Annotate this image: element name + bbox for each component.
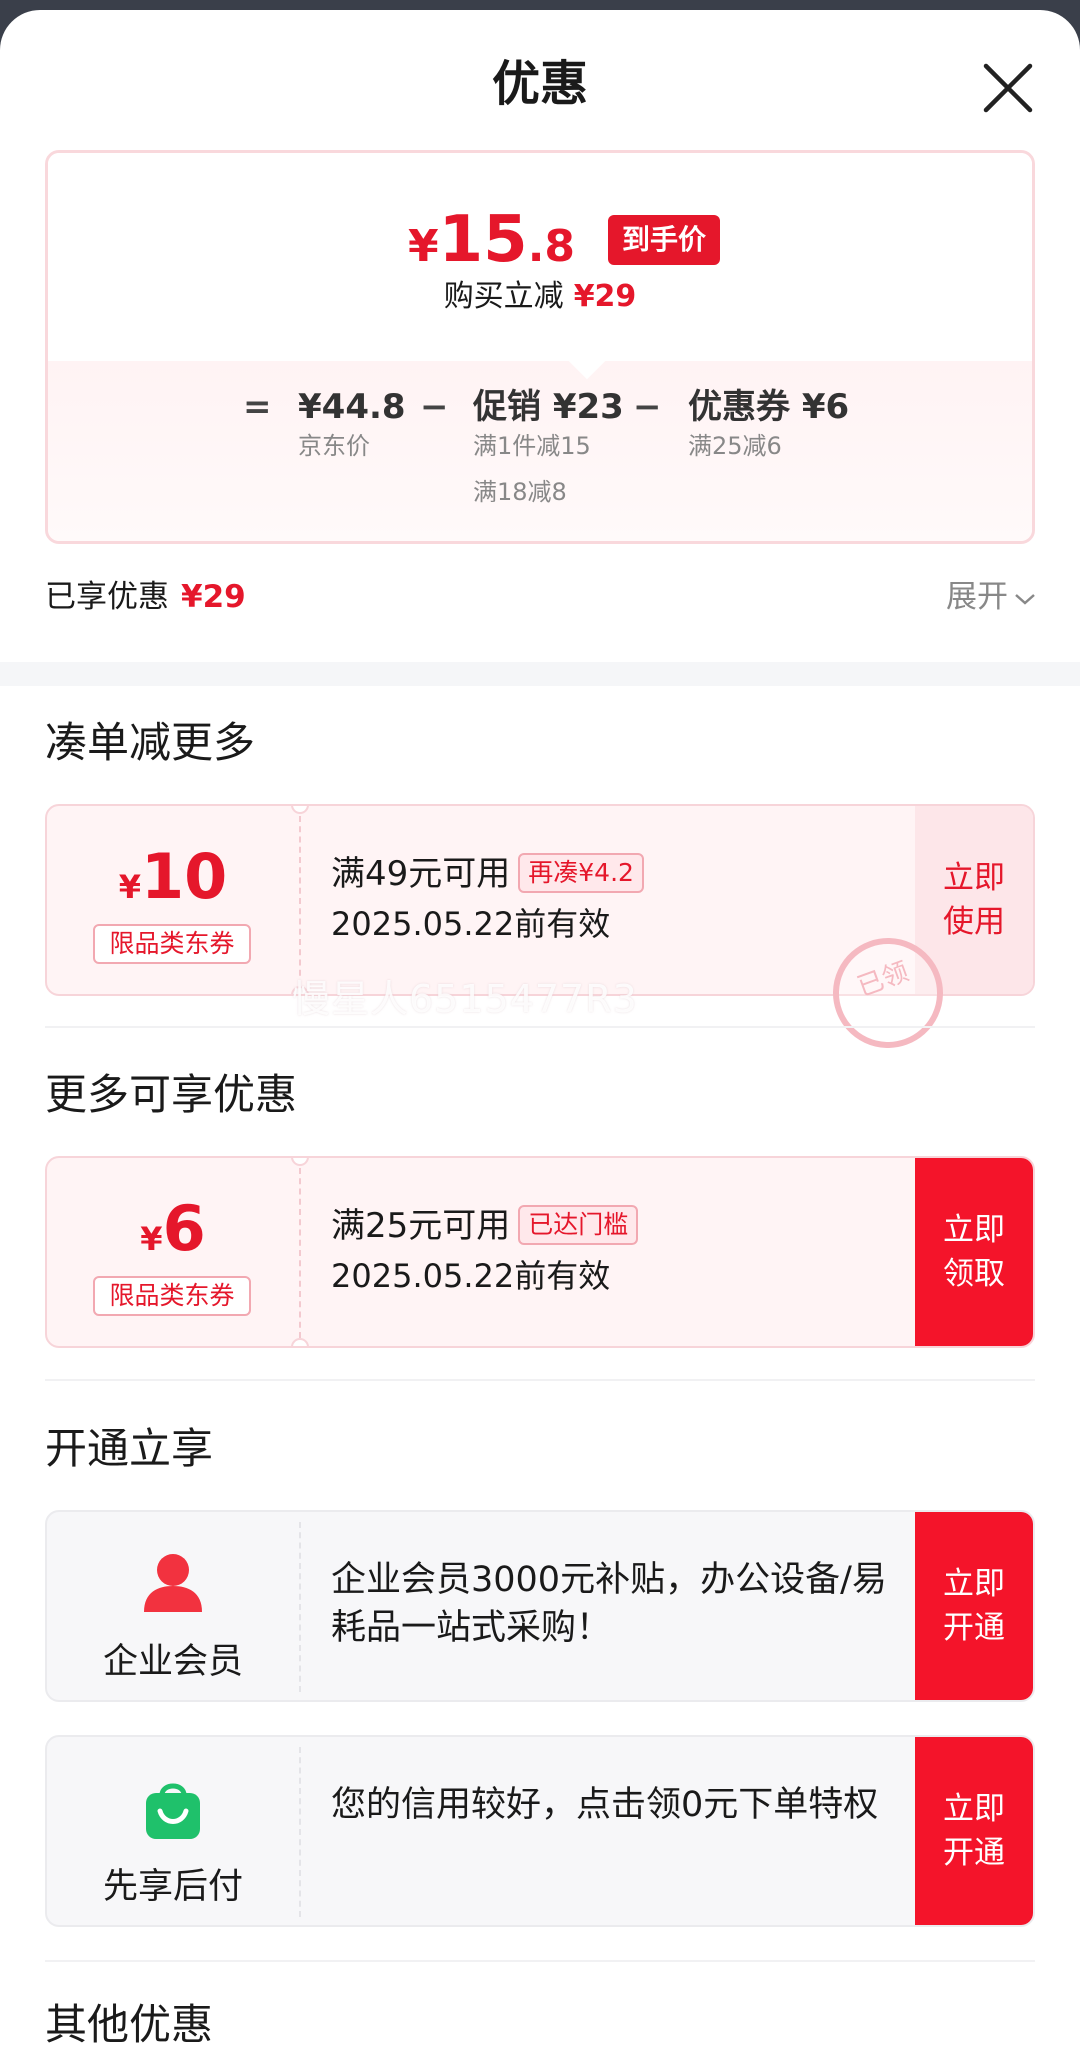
enterprise-member-card: 企业会员 企业会员3000元补贴，办公设备/易耗品一站式采购！ 立即 开通: [45, 1510, 1035, 1702]
open-pay-later-button[interactable]: 立即 开通: [915, 1737, 1033, 1925]
coupon-value: ¥10: [118, 840, 228, 913]
close-icon[interactable]: [980, 60, 1036, 116]
chevron-down-icon: [1015, 593, 1035, 605]
reduce-line: 购买立减 ¥29: [443, 279, 637, 314]
coupon-status-tag: 已达门槛: [518, 1204, 639, 1245]
promo-rule-1: 满1件减15: [473, 432, 591, 460]
member-name: 企业会员: [102, 1642, 243, 1682]
open-membership-button[interactable]: 立即 开通: [915, 1512, 1033, 1700]
final-price: ¥15.8: [408, 203, 576, 277]
pay-later-card: 先享后付 您的信用较好，点击领0元下单特权 立即 开通: [45, 1735, 1035, 1927]
formula-equals: =: [243, 387, 272, 427]
coupon-type: 限品类东券: [93, 1276, 251, 1316]
formula-minus-1: −: [420, 387, 449, 427]
coupon-condition: 满49元可用 再凑¥4.2: [331, 852, 644, 896]
user-watermark: 慢星人6515477R3: [292, 977, 638, 1021]
sheet-title: 优惠: [491, 56, 588, 112]
coupon-condition: 满25元可用 已达门槛: [331, 1204, 639, 1248]
promo-rule-2: 满18减8: [473, 478, 567, 506]
coupon-rule: 满25减6: [688, 432, 782, 460]
section-title-other: 其他优惠: [45, 2000, 214, 2049]
price-summary-card: ¥15.8 到手价 购买立减 ¥29 = ¥44.8 京东价 − 促销 ¥23 满…: [45, 150, 1035, 544]
expand-button[interactable]: 展开: [946, 577, 1036, 617]
coupon-card-more: ¥6 限品类东券 满25元可用 已达门槛 2025.05.22前有效 立即 领取: [45, 1156, 1035, 1348]
member-description: 企业会员3000元补贴，办公设备/易耗品一站式采购！: [331, 1560, 887, 1648]
coupon-amount: 优惠券 ¥6: [688, 387, 850, 427]
discount-sheet: 优惠 ¥15.8 到手价 购买立减 ¥29 = ¥44.8 京东价 − 促销 ¥2…: [0, 10, 1080, 2051]
coupon-expiry: 2025.05.22前有效: [331, 1257, 611, 1295]
section-title-open: 开通立享: [45, 1424, 214, 1473]
coupon-type: 限品类东券: [93, 924, 251, 964]
claim-coupon-button[interactable]: 立即 领取: [915, 1158, 1033, 1346]
coupon-value: ¥6: [140, 1192, 206, 1265]
promo-amount: 促销 ¥23: [473, 387, 624, 427]
enjoyed-discount: 已享优惠 ¥29: [45, 579, 246, 615]
final-price-tag: 到手价: [608, 215, 721, 265]
jd-price: ¥44.8: [298, 387, 406, 427]
coupon-status-tag: 再凑¥4.2: [518, 852, 644, 893]
pay-later-description: 您的信用较好，点击领0元下单特权: [331, 1785, 879, 1825]
member-person-icon: [140, 1550, 206, 1616]
pay-later-name: 先享后付: [102, 1867, 243, 1907]
formula-minus-2: −: [633, 387, 662, 427]
section-title-more: 更多可享优惠: [45, 1070, 298, 1119]
jd-price-label: 京东价: [298, 432, 370, 460]
coupon-expiry: 2025.05.22前有效: [331, 905, 611, 943]
section-divider: [0, 662, 1080, 686]
shopping-bag-icon: [140, 1775, 206, 1841]
section-title-combine: 凑单减更多: [45, 718, 256, 767]
